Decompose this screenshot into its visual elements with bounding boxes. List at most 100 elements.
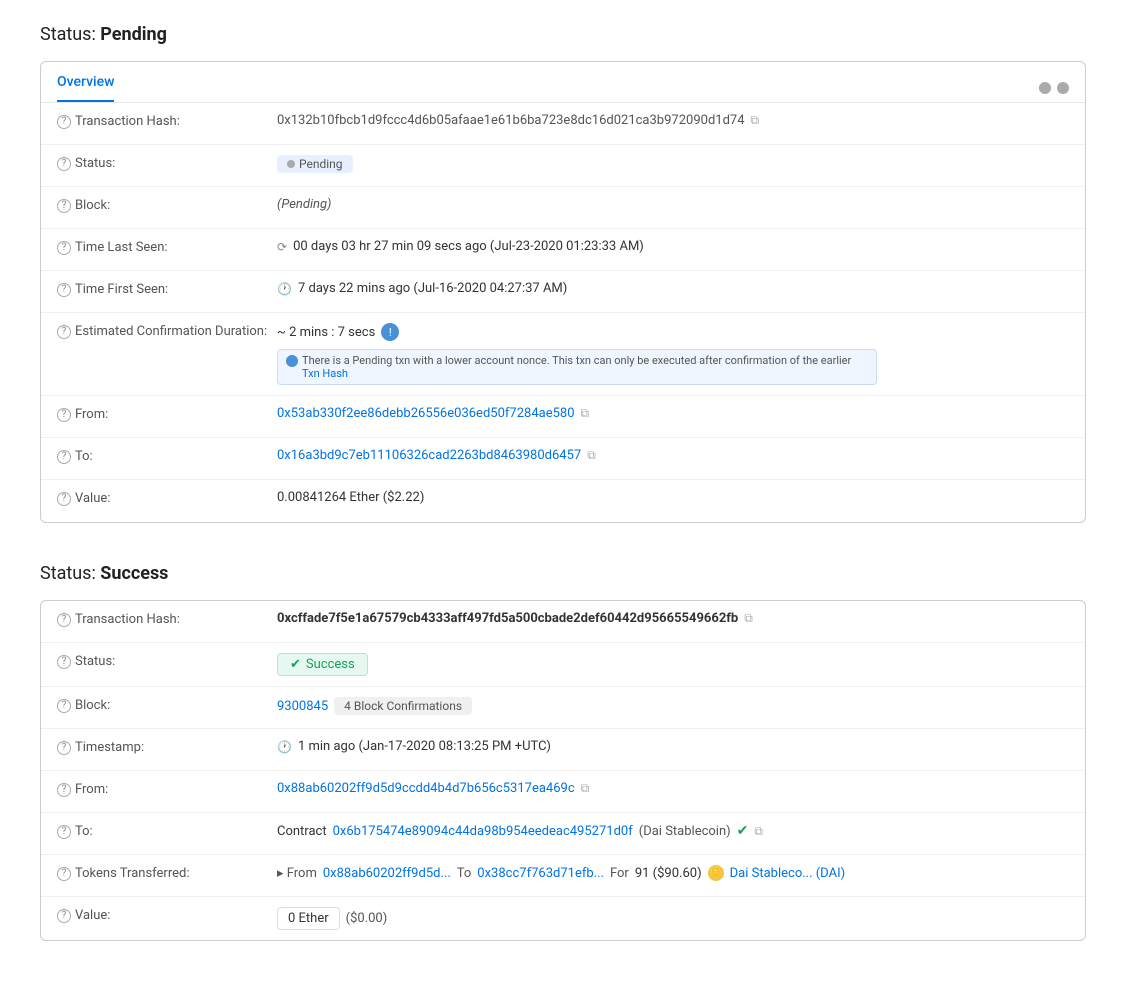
success-value-amount: 0 Ether ($0.00) <box>277 907 1069 930</box>
pending-time-last-row: ? Time Last Seen: ⟳ 00 days 03 hr 27 min… <box>41 229 1085 271</box>
copy-icon[interactable]: ⧉ <box>581 406 590 421</box>
dai-token-link[interactable]: Dai Stableco... (DAI) <box>730 866 846 881</box>
help-icon: ? <box>57 613 71 627</box>
success-from-link[interactable]: 0x88ab60202ff9d5d9ccdd4b4d7b656c5317ea46… <box>277 781 575 796</box>
pending-tx-hash-value: 0x132b10fbcb1d9fccc4d6b05afaae1e61b6ba72… <box>277 113 1069 128</box>
pending-block-label: ? Block: <box>57 197 277 213</box>
help-icon: ? <box>57 325 71 339</box>
tab-dot-1 <box>1039 82 1051 94</box>
pending-time-first-label: ? Time First Seen: <box>57 281 277 297</box>
success-to-value: Contract 0x6b175474e89094c44da98b954eede… <box>277 823 1069 839</box>
pending-est-value: ~ 2 mins : 7 secs ! There is a Pending t… <box>277 323 1069 385</box>
info-dot <box>286 355 298 367</box>
success-block-value: 9300845 4 Block Confirmations <box>277 697 1069 715</box>
tab-dot-2 <box>1057 82 1069 94</box>
success-tokens-row: ? Tokens Transferred: ▸ From 0x88ab60202… <box>41 855 1085 897</box>
pending-time-first-row: ? Time First Seen: 🕐 7 days 22 mins ago … <box>41 271 1085 313</box>
success-badge: ✔ Success <box>277 653 368 676</box>
pending-status-row: ? Status: Pending <box>41 145 1085 187</box>
success-from-label: ? From: <box>57 781 277 797</box>
help-icon: ? <box>57 241 71 255</box>
pending-to-link[interactable]: 0x16a3bd9c7eb11106326cad2263bd8463980d64… <box>277 448 581 463</box>
block-confirmations-badge: 4 Block Confirmations <box>334 697 472 715</box>
success-tx-hash-label: ? Transaction Hash: <box>57 611 277 627</box>
pending-est-row: ? Estimated Confirmation Duration: ~ 2 m… <box>41 313 1085 396</box>
success-tx-hash-value: 0xcffade7f5e1a67579cb4333aff497fd5a500cb… <box>277 611 1069 626</box>
pending-tx-hash-row: ? Transaction Hash: 0x132b10fbcb1d9fccc4… <box>41 103 1085 145</box>
success-timestamp-label: ? Timestamp: <box>57 739 277 755</box>
tokens-from-link[interactable]: 0x88ab60202ff9d5d... <box>323 866 451 881</box>
pending-from-value: 0x53ab330f2ee86debb26556e036ed50f7284ae5… <box>277 406 1069 421</box>
success-status-value: ✔ Success <box>277 653 1069 676</box>
help-icon: ? <box>57 283 71 297</box>
success-status-row: ? Status: ✔ Success <box>41 643 1085 687</box>
success-tx-hash-row: ? Transaction Hash: 0xcffade7f5e1a67579c… <box>41 601 1085 643</box>
dai-token-icon: 🪙 <box>708 865 724 881</box>
pending-badge: Pending <box>277 155 353 173</box>
pending-tab-bar: Overview <box>41 62 1085 103</box>
pending-tx-hash-label: ? Transaction Hash: <box>57 113 277 129</box>
copy-icon[interactable]: ⧉ <box>744 611 753 626</box>
pending-time-last-value: ⟳ 00 days 03 hr 27 min 09 secs ago (Jul-… <box>277 239 1069 254</box>
pending-from-label: ? From: <box>57 406 277 422</box>
estimation-wrap: ~ 2 mins : 7 secs ! There is a Pending t… <box>277 323 877 385</box>
pending-card: Overview ? Transaction Hash: 0x132b10fbc… <box>40 61 1086 523</box>
success-tokens-label: ? Tokens Transferred: <box>57 865 277 881</box>
success-to-row: ? To: Contract 0x6b175474e89094c44da98b9… <box>41 813 1085 855</box>
pending-block-value: (Pending) <box>277 197 1069 212</box>
clock-icon: 🕐 <box>277 740 292 754</box>
copy-icon[interactable]: ⧉ <box>754 824 763 839</box>
success-card: ? Transaction Hash: 0xcffade7f5e1a67579c… <box>40 600 1086 941</box>
help-icon: ? <box>57 867 71 881</box>
success-block-row: ? Block: 9300845 4 Block Confirmations <box>41 687 1085 729</box>
copy-icon[interactable]: ⧉ <box>587 448 596 463</box>
pending-value-amount: 0.00841264 Ether ($2.22) <box>277 490 1069 505</box>
clock-icon: 🕐 <box>277 282 292 296</box>
success-from-value: 0x88ab60202ff9d5d9ccdd4b4d7b656c5317ea46… <box>277 781 1069 796</box>
confirmation-note: There is a Pending txn with a lower acco… <box>277 349 877 385</box>
pending-status-value: Pending <box>277 155 1069 173</box>
help-icon: ? <box>57 909 71 923</box>
help-icon: ? <box>57 115 71 129</box>
pending-time-last-label: ? Time Last Seen: <box>57 239 277 255</box>
txn-hash-link[interactable]: Txn Hash <box>302 367 348 380</box>
help-icon: ? <box>57 783 71 797</box>
pending-to-label: ? To: <box>57 448 277 464</box>
pending-to-row: ? To: 0x16a3bd9c7eb11106326cad2263bd8463… <box>41 438 1085 480</box>
pending-to-value: 0x16a3bd9c7eb11106326cad2263bd8463980d64… <box>277 448 1069 463</box>
help-icon: ? <box>57 699 71 713</box>
copy-icon[interactable]: ⧉ <box>751 113 760 128</box>
help-icon: ? <box>57 825 71 839</box>
checkmark-icon: ✔ <box>290 657 301 672</box>
pending-time-first-value: 🕐 7 days 22 mins ago (Jul-16-2020 04:27:… <box>277 281 1069 296</box>
pending-value-row: ? Value: 0.00841264 Ether ($2.22) <box>41 480 1085 522</box>
pending-status-label: ? Status: <box>57 155 277 171</box>
copy-icon[interactable]: ⧉ <box>581 781 590 796</box>
help-icon: ? <box>57 492 71 506</box>
tab-dots <box>1039 82 1069 94</box>
contract-link[interactable]: 0x6b175474e89094c44da98b954eedeac495271d… <box>333 824 633 839</box>
success-from-row: ? From: 0x88ab60202ff9d5d9ccdd4b4d7b656c… <box>41 771 1085 813</box>
help-icon: ? <box>57 655 71 669</box>
pending-est-label: ? Estimated Confirmation Duration: <box>57 323 277 339</box>
tokens-to-link[interactable]: 0x38cc7f763d71efb... <box>477 866 604 881</box>
success-value-row: ? Value: 0 Ether ($0.00) <box>41 897 1085 940</box>
success-to-label: ? To: <box>57 823 277 839</box>
pending-from-row: ? From: 0x53ab330f2ee86debb26556e036ed50… <box>41 396 1085 438</box>
success-timestamp-value: 🕐 1 min ago (Jan-17-2020 08:13:25 PM +UT… <box>277 739 1069 754</box>
block-number-link[interactable]: 9300845 <box>277 699 328 714</box>
success-status-label: ? Status: <box>57 653 277 669</box>
pending-from-link[interactable]: 0x53ab330f2ee86debb26556e036ed50f7284ae5… <box>277 406 575 421</box>
ether-value-box: 0 Ether <box>277 907 340 930</box>
help-icon: ? <box>57 450 71 464</box>
pending-value-label: ? Value: <box>57 490 277 506</box>
pending-section-title: Status: Pending <box>40 24 1086 45</box>
help-icon: ? <box>57 199 71 213</box>
success-value-label: ? Value: <box>57 907 277 923</box>
success-timestamp-row: ? Timestamp: 🕐 1 min ago (Jan-17-2020 08… <box>41 729 1085 771</box>
clock-icon: ⟳ <box>277 240 287 254</box>
info-badge: ! <box>381 323 399 341</box>
est-time: ~ 2 mins : 7 secs ! <box>277 323 877 341</box>
tab-overview[interactable]: Overview <box>57 74 114 102</box>
success-section-title: Status: Success <box>40 563 1086 584</box>
